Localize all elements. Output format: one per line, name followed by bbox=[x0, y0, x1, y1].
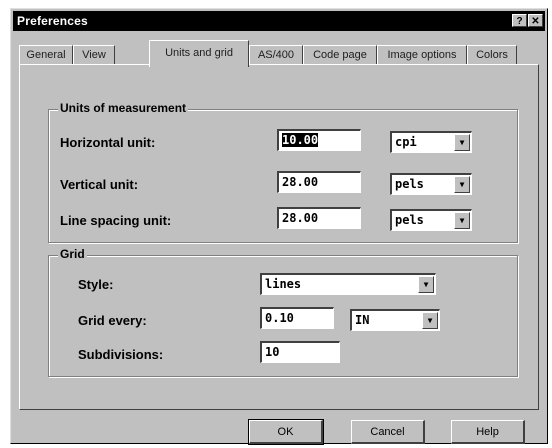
help-title-button[interactable]: ? bbox=[512, 14, 527, 27]
line-spacing-unit-input[interactable]: 28.00 bbox=[277, 207, 361, 229]
vertical-unit-select[interactable]: pels ▼ bbox=[390, 173, 472, 195]
subdivisions-input[interactable]: 10 bbox=[260, 341, 340, 363]
tab-view[interactable]: View bbox=[73, 45, 115, 65]
window-title: Preferences bbox=[17, 14, 88, 28]
horizontal-unit-value: cpi bbox=[395, 135, 417, 149]
units-group-label: Units of measurement bbox=[58, 101, 189, 115]
chevron-down-icon[interactable]: ▼ bbox=[418, 276, 434, 293]
chevron-down-icon[interactable]: ▼ bbox=[454, 134, 470, 151]
close-icon[interactable]: ✕ bbox=[528, 14, 543, 27]
grid-style-label: Style: bbox=[78, 277, 114, 292]
chevron-down-icon[interactable]: ▼ bbox=[454, 212, 470, 229]
horizontal-unit-input[interactable]: 10.00 bbox=[277, 129, 361, 151]
grid-every-unit-select[interactable]: IN ▼ bbox=[350, 309, 440, 331]
grid-every-label: Grid every: bbox=[78, 313, 147, 328]
tab-code-page[interactable]: Code page bbox=[303, 45, 377, 65]
line-spacing-unit-label: Line spacing unit: bbox=[60, 213, 172, 228]
cancel-button[interactable]: Cancel bbox=[351, 420, 425, 444]
tab-as400[interactable]: AS/400 bbox=[249, 45, 303, 65]
tab-image-options[interactable]: Image options bbox=[377, 45, 467, 65]
grid-every-input[interactable]: 0.10 bbox=[260, 307, 334, 329]
line-spacing-unit-value: pels bbox=[395, 213, 424, 227]
chevron-down-icon[interactable]: ▼ bbox=[422, 312, 438, 329]
ok-button[interactable]: OK bbox=[248, 419, 324, 445]
preferences-dialog: Preferences ? ✕ General View Units and g… bbox=[10, 8, 548, 445]
units-and-grid-panel: Units of measurement Horizontal unit: 10… bbox=[19, 64, 539, 410]
grid-style-select[interactable]: lines ▼ bbox=[260, 273, 436, 295]
vertical-unit-value: pels bbox=[395, 177, 424, 191]
horizontal-unit-select[interactable]: cpi ▼ bbox=[390, 131, 472, 153]
line-spacing-unit-select[interactable]: pels ▼ bbox=[390, 209, 472, 231]
subdivisions-label: Subdivisions: bbox=[78, 347, 164, 362]
vertical-unit-input[interactable]: 28.00 bbox=[277, 171, 361, 193]
vertical-unit-label: Vertical unit: bbox=[60, 177, 139, 192]
tab-units-and-grid[interactable]: Units and grid bbox=[149, 40, 249, 67]
tab-strip: General View Units and grid AS/400 Code … bbox=[19, 39, 539, 67]
grid-group-label: Grid bbox=[58, 247, 87, 261]
help-button[interactable]: Help bbox=[451, 420, 525, 444]
grid-every-unit-value: IN bbox=[355, 313, 370, 327]
chevron-down-icon[interactable]: ▼ bbox=[454, 176, 470, 193]
title-bar[interactable]: Preferences ? ✕ bbox=[13, 11, 545, 31]
grid-style-value: lines bbox=[265, 277, 302, 291]
horizontal-unit-label: Horizontal unit: bbox=[60, 135, 156, 150]
tab-general[interactable]: General bbox=[19, 45, 73, 65]
tab-colors[interactable]: Colors bbox=[467, 45, 517, 65]
